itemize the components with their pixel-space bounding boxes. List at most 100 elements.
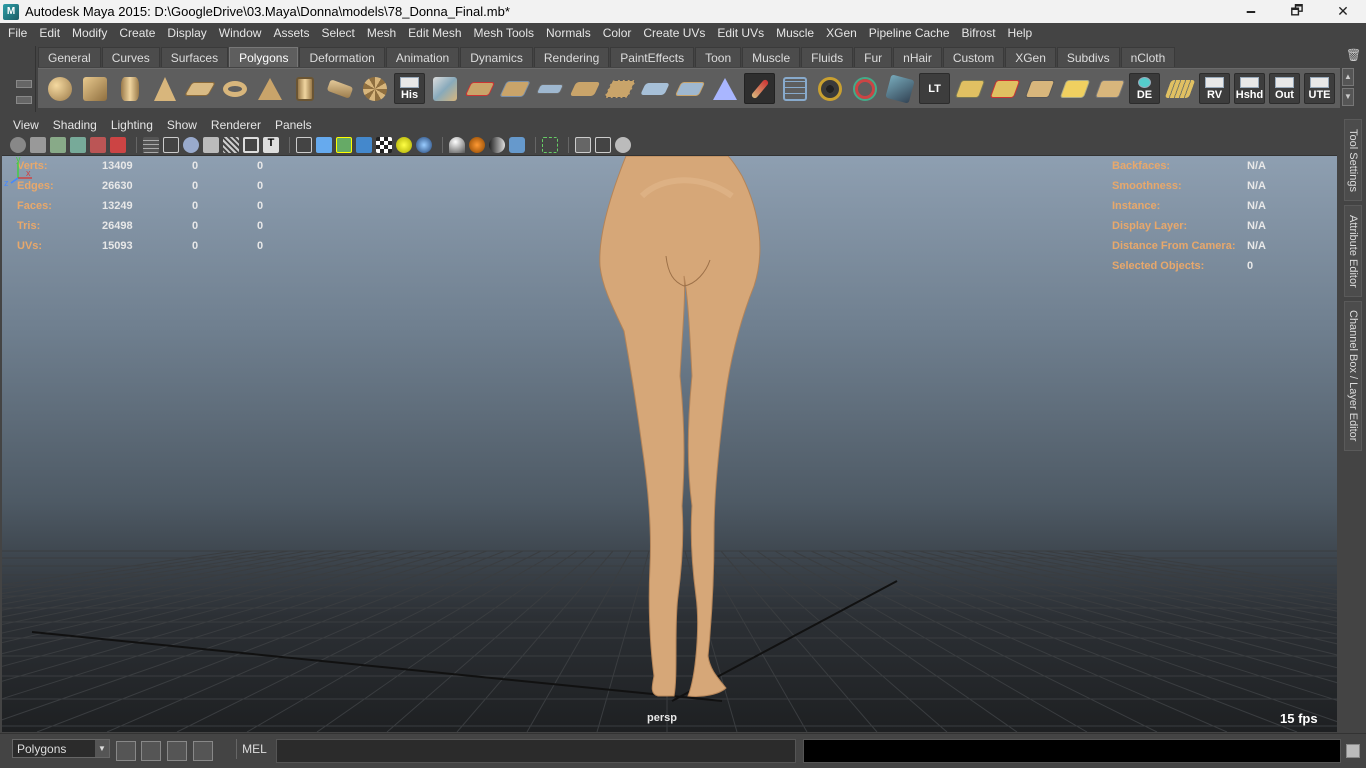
bridge-icon[interactable] <box>569 73 600 104</box>
de-button[interactable]: DE <box>1129 73 1160 104</box>
merge-icon[interactable] <box>674 73 705 104</box>
uv-select-icon[interactable] <box>1059 73 1090 104</box>
out-button[interactable]: Out <box>1269 73 1300 104</box>
menu-bifrost[interactable]: Bifrost <box>956 26 1002 40</box>
shelf-scroll-down-icon[interactable]: ▼ <box>1342 88 1354 106</box>
uv-edit-icon[interactable] <box>1094 73 1125 104</box>
command-input[interactable] <box>276 739 796 763</box>
tab-nhair[interactable]: nHair <box>893 47 942 67</box>
shelf-scroll-up-icon[interactable]: ▲ <box>1342 68 1354 86</box>
tab-xgen[interactable]: XGen <box>1005 47 1056 67</box>
wireframe-icon[interactable] <box>296 137 312 153</box>
tab-tool-settings[interactable]: Tool Settings <box>1344 119 1362 201</box>
tab-painteffects[interactable]: PaintEffects <box>610 47 695 67</box>
menu-edit-uvs[interactable]: Edit UVs <box>711 26 770 40</box>
tab-muscle[interactable]: Muscle <box>742 47 801 67</box>
poly-cube-icon[interactable] <box>79 73 110 104</box>
tab-curves[interactable]: Curves <box>101 47 160 67</box>
image-plane-icon[interactable] <box>70 137 86 153</box>
tab-animation[interactable]: Animation <box>385 47 460 67</box>
menu-mesh-tools[interactable]: Mesh Tools <box>468 26 540 40</box>
uv-layout-icon[interactable] <box>954 73 985 104</box>
xray-joints-icon[interactable] <box>595 137 611 153</box>
tab-custom[interactable]: Custom <box>942 47 1005 67</box>
uv-grid-icon[interactable] <box>1164 73 1195 104</box>
viewport-persp[interactable]: Verts: 13409 0 0 Edges: 26630 0 0 Faces: 13249 0… <box>2 156 1337 732</box>
wireframe-cube-icon[interactable] <box>779 73 810 104</box>
checker-icon[interactable] <box>376 137 392 153</box>
manipulator-icon[interactable] <box>849 73 880 104</box>
poly-cylinder-icon[interactable] <box>114 73 145 104</box>
reduce-icon[interactable] <box>709 73 740 104</box>
xray-active-components-icon[interactable] <box>615 137 631 153</box>
tab-ncloth[interactable]: nCloth <box>1120 47 1176 67</box>
menu-help[interactable]: Help <box>1002 26 1039 40</box>
grid-icon[interactable] <box>143 137 159 153</box>
default-light-icon[interactable] <box>416 137 432 153</box>
poly-sphere-icon[interactable] <box>44 73 75 104</box>
camera-select-icon[interactable] <box>10 137 26 153</box>
tab-polygons[interactable]: Polygons <box>229 47 299 67</box>
resolution-gate-icon[interactable] <box>183 137 199 153</box>
wireframe-on-shaded-icon[interactable] <box>336 137 352 153</box>
all-lights-icon[interactable] <box>396 137 412 153</box>
menu-normals[interactable]: Normals <box>540 26 597 40</box>
anti-aliasing-icon[interactable] <box>509 137 525 153</box>
maya-app-icon[interactable]: M <box>3 3 19 20</box>
shelf-menu-icon[interactable] <box>16 96 32 104</box>
screen-space-ao-icon[interactable] <box>469 137 485 153</box>
shelf-menu-grip[interactable] <box>12 46 36 112</box>
minimize-button[interactable]: 🗕 <box>1228 0 1274 23</box>
menu-file[interactable]: File <box>2 26 33 40</box>
panel-menu-view[interactable]: View <box>6 118 46 132</box>
poly-pipe-icon[interactable] <box>289 73 320 104</box>
smooth-icon[interactable] <box>534 73 565 104</box>
smooth-shade-icon[interactable] <box>316 137 332 153</box>
panel-menu-panels[interactable]: Panels <box>268 118 319 132</box>
tab-fluids[interactable]: Fluids <box>801 47 854 67</box>
sculpt-brush-icon[interactable] <box>744 73 775 104</box>
menu-window[interactable]: Window <box>213 26 268 40</box>
shelf-tabs-icon[interactable] <box>16 80 32 88</box>
snap-icon[interactable] <box>116 741 136 761</box>
motion-blur-icon[interactable] <box>489 137 505 153</box>
menu-select[interactable]: Select <box>315 26 360 40</box>
paint-weights-icon[interactable] <box>884 73 915 104</box>
poly-soccerball-icon[interactable] <box>359 73 390 104</box>
outliner-icon[interactable] <box>167 741 187 761</box>
menu-pipeline-cache[interactable]: Pipeline Cache <box>863 26 956 40</box>
safe-action-icon[interactable] <box>243 137 259 153</box>
poly-helix-icon[interactable] <box>324 73 355 104</box>
extract-icon[interactable] <box>498 73 531 104</box>
safe-title-icon[interactable]: T <box>263 137 279 153</box>
panel-menu-renderer[interactable]: Renderer <box>204 118 268 132</box>
mel-toggle-button[interactable]: MEL <box>236 739 272 759</box>
poly-cone-icon[interactable] <box>149 73 180 104</box>
bookmarks-icon[interactable] <box>50 137 66 153</box>
restore-button[interactable]: 🗗 <box>1274 0 1320 23</box>
uv-sew-icon[interactable] <box>1024 73 1055 104</box>
separate-icon[interactable] <box>464 73 495 104</box>
panel-menu-shading[interactable]: Shading <box>46 118 104 132</box>
history-toggle-button[interactable]: His <box>394 73 425 104</box>
panel-menu-show[interactable]: Show <box>160 118 204 132</box>
poly-plane-icon[interactable] <box>183 73 216 104</box>
menu-create[interactable]: Create <box>113 26 161 40</box>
menu-assets[interactable]: Assets <box>267 26 315 40</box>
isolate-select-icon[interactable] <box>542 137 558 153</box>
shadows-icon[interactable] <box>449 137 465 153</box>
menu-set-dropdown[interactable]: Polygons ▼ <box>12 739 110 758</box>
panel-menu-lighting[interactable]: Lighting <box>104 118 160 132</box>
gate-mask-icon[interactable] <box>203 137 219 153</box>
tab-dynamics[interactable]: Dynamics <box>460 47 533 67</box>
script-editor-icon[interactable] <box>193 741 213 761</box>
tab-fur[interactable]: Fur <box>854 47 893 67</box>
tab-attribute-editor[interactable]: Attribute Editor <box>1344 205 1362 297</box>
tab-subdivs[interactable]: Subdivs <box>1056 47 1120 67</box>
tab-toon[interactable]: Toon <box>695 47 742 67</box>
tab-deformation[interactable]: Deformation <box>299 47 385 67</box>
grease-pencil-icon[interactable] <box>110 137 126 153</box>
field-chart-icon[interactable] <box>223 137 239 153</box>
menu-create-uvs[interactable]: Create UVs <box>637 26 711 40</box>
uv-cut-icon[interactable] <box>989 73 1020 104</box>
